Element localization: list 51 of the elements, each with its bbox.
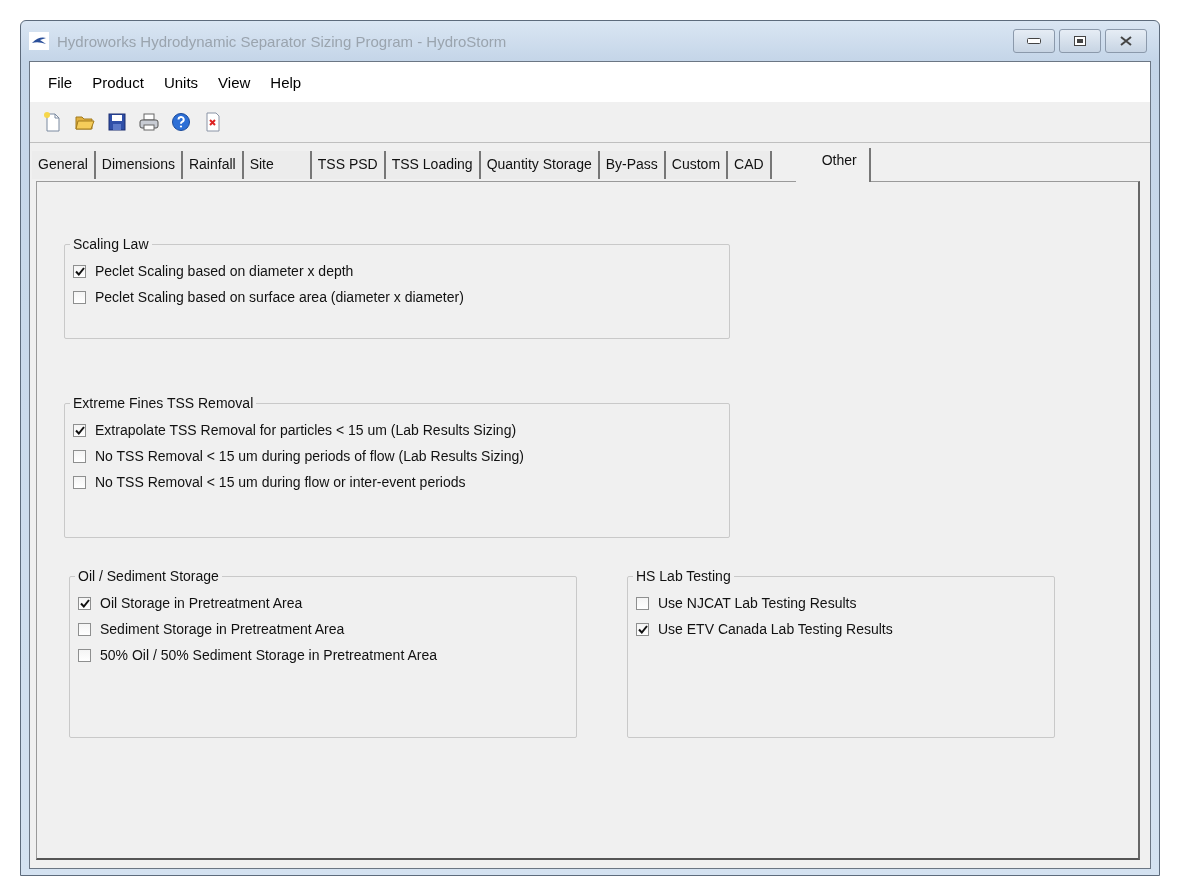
- checkbox[interactable]: [73, 475, 86, 489]
- menu-item[interactable]: Help: [264, 73, 316, 91]
- menu-item[interactable]: File: [42, 73, 87, 91]
- checkbox-label[interactable]: Oil Storage in Pretreatment Area: [100, 595, 303, 611]
- tab[interactable]: Site: [243, 151, 312, 179]
- tab[interactable]: By-Pass: [599, 151, 666, 179]
- maximize-button[interactable]: [1059, 29, 1101, 53]
- tab[interactable]: Dimensions: [95, 151, 183, 179]
- tab[interactable]: TSS PSD: [311, 151, 386, 179]
- checkbox[interactable]: [78, 622, 91, 636]
- checkbox[interactable]: [78, 596, 91, 610]
- printer-icon[interactable]: [138, 111, 160, 133]
- tab[interactable]: CAD: [728, 151, 772, 179]
- minimize-icon: [1027, 38, 1041, 44]
- checkbox-label[interactable]: Extrapolate TSS Removal for particles < 15 um (Lab Results Sizing): [95, 422, 517, 438]
- close-icon: [1120, 36, 1132, 46]
- checkbox[interactable]: [73, 423, 86, 437]
- restore-icon: [1074, 36, 1086, 46]
- checkbox-label[interactable]: Use NJCAT Lab Testing Results: [658, 595, 857, 611]
- group-title: Scaling Law: [72, 236, 150, 252]
- tab[interactable]: Other: [795, 148, 871, 182]
- minimize-button[interactable]: [1013, 29, 1055, 53]
- checkbox[interactable]: [636, 622, 649, 636]
- checkbox-label[interactable]: No TSS Removal < 15 um during flow or inter-event periods: [95, 474, 466, 490]
- menu-item[interactable]: Units: [157, 73, 213, 91]
- checkbox-label[interactable]: 50% Oil / 50% Sediment Storage in Pretreatment Area: [100, 647, 437, 663]
- tab[interactable]: Rainfall: [182, 151, 244, 179]
- group-title: Extreme Fines TSS Removal: [72, 395, 255, 411]
- checkbox-label[interactable]: Peclet Scaling based on diameter x depth: [95, 263, 354, 279]
- tab[interactable]: TSS Loading: [385, 151, 481, 179]
- group-title: HS Lab Testing: [635, 568, 732, 584]
- tab[interactable]: General: [32, 151, 96, 179]
- save-icon[interactable]: [106, 111, 128, 133]
- tab[interactable]: Quantity Storage: [480, 151, 600, 179]
- checkbox-label[interactable]: Use ETV Canada Lab Testing Results: [658, 621, 893, 637]
- checkbox[interactable]: [636, 596, 649, 610]
- checkbox[interactable]: [73, 290, 86, 304]
- app-icon: [29, 32, 49, 50]
- tab[interactable]: Custom: [665, 151, 729, 179]
- close-button[interactable]: [1105, 29, 1147, 53]
- checkbox[interactable]: [73, 264, 86, 278]
- menu-item[interactable]: View: [212, 73, 265, 91]
- checkbox-label[interactable]: No TSS Removal < 15 um during periods of flow (Lab Results Sizing): [95, 448, 524, 464]
- menu-item[interactable]: Product: [86, 73, 158, 91]
- checkbox[interactable]: [78, 648, 91, 662]
- checkbox-label[interactable]: Peclet Scaling based on surface area (diameter x diameter): [95, 289, 464, 305]
- group-title: Oil / Sediment Storage: [77, 568, 220, 584]
- help-icon[interactable]: [170, 111, 192, 133]
- checkbox-label[interactable]: Sediment Storage in Pretreatment Area: [100, 621, 345, 637]
- checkbox[interactable]: [73, 449, 86, 463]
- window-title: Hydroworks Hydrodynamic Separator Sizing Program - HydroStorm: [57, 32, 508, 50]
